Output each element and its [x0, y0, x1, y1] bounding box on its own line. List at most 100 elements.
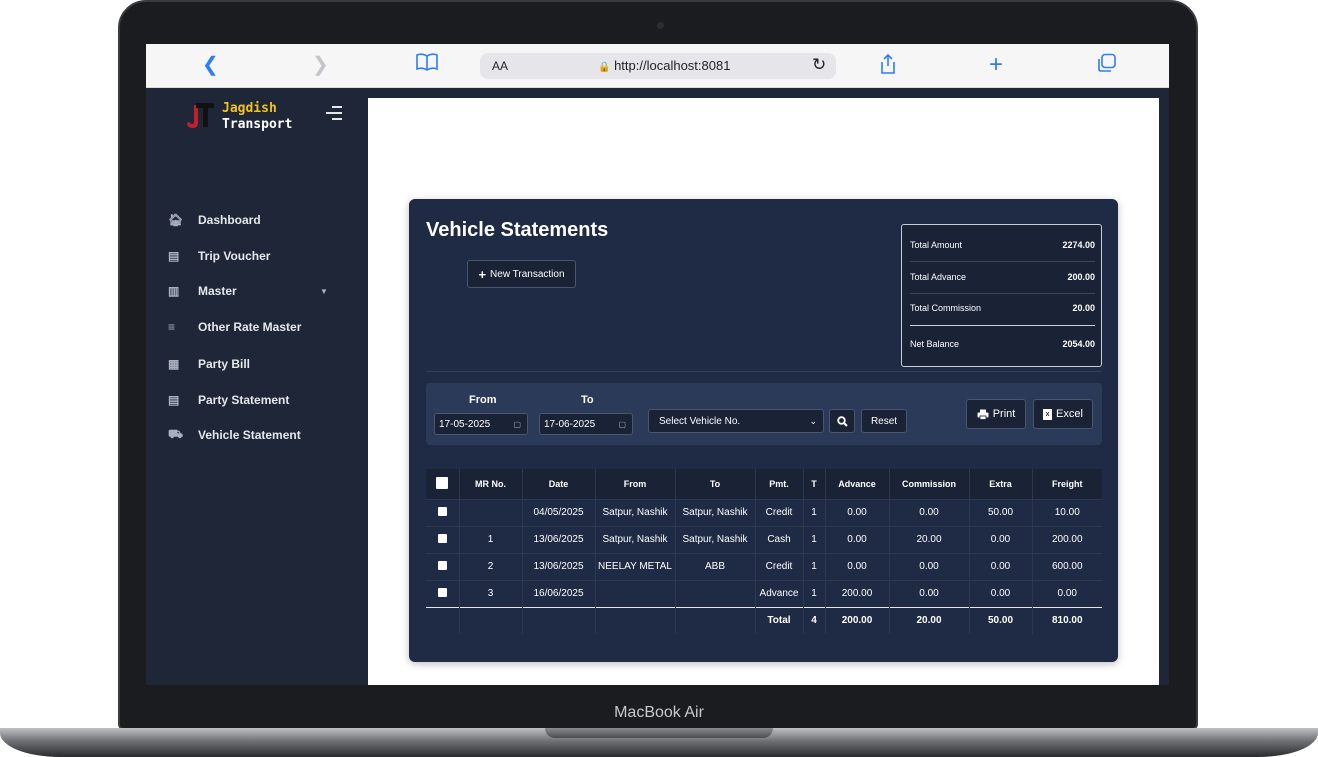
- summary-value: 2054.00: [1062, 339, 1095, 349]
- cell-t: 1: [803, 552, 826, 580]
- from-label: From: [469, 394, 497, 406]
- column-header: Commission: [889, 469, 970, 499]
- sidebar-item-label: Vehicle Statement: [198, 428, 301, 442]
- summary-value: 20.00: [1072, 303, 1095, 313]
- sidebar-item-label: Party Bill: [198, 357, 251, 371]
- cell-mr-no: 3: [459, 579, 523, 607]
- home-icon: 🏠︎: [168, 213, 184, 227]
- cell-freight: 200.00: [1032, 525, 1102, 553]
- column-header: Freight: [1032, 469, 1102, 499]
- to-date-value: 17-06-2025: [544, 418, 596, 430]
- new-transaction-button[interactable]: + New Transaction: [467, 260, 576, 288]
- totals-advance: 200.00: [825, 606, 890, 634]
- from-date-input[interactable]: 17-05-2025 ▢: [434, 413, 528, 435]
- summary-value: 200.00: [1067, 272, 1095, 282]
- row-checkbox-cell[interactable]: [426, 579, 460, 607]
- summary-total-amount: Total Amount 2274.00: [910, 240, 1095, 256]
- address-bar[interactable]: AA 🔒 http://localhost:8081 ↻: [480, 53, 836, 79]
- table-row[interactable]: 1 13/06/2025 Satpur, Nashik Satpur, Nash…: [426, 525, 1102, 553]
- chevron-down-icon: ▼: [320, 286, 328, 296]
- cell-freight: 600.00: [1032, 552, 1102, 580]
- sidebar-item-label: Dashboard: [198, 213, 261, 227]
- truck-icon: ⛟: [168, 427, 184, 441]
- summary-value: 2274.00: [1062, 240, 1095, 250]
- chevron-down-icon: ⌄: [809, 415, 817, 426]
- sliders-icon: ≡: [168, 320, 176, 334]
- chevron-left-icon[interactable]: ❮: [202, 53, 219, 77]
- table-header-row: MR No. Date From To Pmt. T Advance Commi…: [426, 469, 1102, 499]
- cell-date: 16/06/2025: [522, 579, 596, 607]
- reload-icon[interactable]: ↻: [812, 55, 826, 75]
- cell-pmt: Credit: [755, 552, 804, 580]
- cell-date: 04/05/2025: [522, 498, 596, 526]
- column-header: To: [675, 469, 756, 499]
- tabs-icon[interactable]: [1097, 53, 1117, 79]
- device-label: MacBook Air: [614, 704, 704, 721]
- excel-button[interactable]: x Excel: [1033, 399, 1093, 429]
- cell-advance: 0.00: [825, 552, 890, 580]
- select-all-checkbox[interactable]: [436, 476, 449, 489]
- cell-extra: 0.00: [969, 525, 1033, 553]
- section-divider: [426, 371, 1102, 372]
- cell-mr-no: [459, 498, 523, 526]
- brand-logo-mark: [187, 103, 214, 128]
- cell-extra: 50.00: [969, 498, 1033, 526]
- cell-freight: 0.00: [1032, 579, 1102, 607]
- sidebar-item-party-bill[interactable]: ▦ Party Bill: [168, 354, 348, 374]
- vehicle-statements-card: Vehicle Statements + New Transaction Tot…: [409, 199, 1118, 662]
- summary-box: Total Amount 2274.00 Total Advance 200.0…: [901, 224, 1102, 367]
- cell-pmt: Advance: [755, 579, 804, 607]
- reader-toggle[interactable]: AA: [492, 59, 508, 73]
- row-checkbox[interactable]: [437, 560, 447, 570]
- cell-to: ABB: [675, 552, 756, 580]
- book-icon[interactable]: [416, 53, 438, 77]
- table-row[interactable]: 3 16/06/2025 Advance 1 200.00 0.00 0.00 …: [426, 579, 1102, 607]
- cell-from: Satpur, Nashik: [595, 525, 676, 553]
- cell-freight: 10.00: [1032, 498, 1102, 526]
- vehicle-select[interactable]: Select Vehicle No. ⌄: [648, 409, 824, 433]
- calendar-icon[interactable]: ▢: [618, 420, 626, 429]
- ticket-icon: ▤: [168, 249, 180, 263]
- new-transaction-label: New Transaction: [490, 268, 565, 280]
- sidebar-item-party-statement[interactable]: ▤ Party Statement: [168, 390, 348, 410]
- sidebar-item-vehicle-statement[interactable]: ⛟ Vehicle Statement: [168, 425, 348, 445]
- cell-commission: 0.00: [889, 552, 970, 580]
- share-icon[interactable]: [879, 53, 897, 81]
- to-date-input[interactable]: 17-06-2025 ▢: [539, 413, 633, 435]
- table-row[interactable]: 04/05/2025 Satpur, Nashik Satpur, Nashik…: [426, 498, 1102, 526]
- summary-divider: [910, 325, 1095, 326]
- chevron-right-icon[interactable]: ❯: [312, 53, 329, 77]
- row-checkbox[interactable]: [437, 533, 447, 543]
- row-checkbox[interactable]: [437, 587, 447, 597]
- row-checkbox-cell[interactable]: [426, 525, 460, 553]
- search-button[interactable]: [829, 409, 855, 433]
- row-checkbox-cell[interactable]: [426, 552, 460, 580]
- cell-to: Satpur, Nashik: [675, 498, 756, 526]
- cell-advance: 0.00: [825, 525, 890, 553]
- cell-advance: 0.00: [825, 498, 890, 526]
- cell-pmt: Cash: [755, 525, 804, 553]
- table-row[interactable]: 2 13/06/2025 NEELAY METAL ABB Credit 1 0…: [426, 552, 1102, 580]
- url-text: 🔒 http://localhost:8081: [598, 58, 730, 73]
- sidebar-item-master[interactable]: ▥ Master ▼: [168, 281, 348, 301]
- sidebar-toggle-icon[interactable]: [326, 106, 342, 120]
- sidebar-item-trip-voucher[interactable]: ▤ Trip Voucher: [168, 246, 348, 266]
- row-checkbox[interactable]: [437, 506, 447, 516]
- excel-file-icon: x: [1043, 408, 1053, 420]
- calendar-icon[interactable]: ▢: [513, 420, 521, 429]
- plus-icon[interactable]: +: [989, 53, 1003, 77]
- search-icon: [836, 415, 848, 427]
- sidebar-item-dashboard[interactable]: 🏠︎ Dashboard: [168, 210, 348, 230]
- sidebar-item-other-rate-master[interactable]: ≡ Other Rate Master: [168, 317, 348, 337]
- cell-mr-no: 2: [459, 552, 523, 580]
- select-all-checkbox-cell[interactable]: [426, 469, 460, 499]
- from-date-value: 17-05-2025: [439, 418, 491, 430]
- cell-advance: 200.00: [825, 579, 890, 607]
- row-checkbox-cell[interactable]: [426, 498, 460, 526]
- print-button[interactable]: Print: [966, 399, 1026, 429]
- sidebar-item-label: Trip Voucher: [198, 249, 271, 263]
- reset-button[interactable]: Reset: [861, 409, 907, 433]
- summary-label: Total Advance: [910, 272, 967, 282]
- column-header: Date: [522, 469, 596, 499]
- to-label: To: [581, 394, 594, 406]
